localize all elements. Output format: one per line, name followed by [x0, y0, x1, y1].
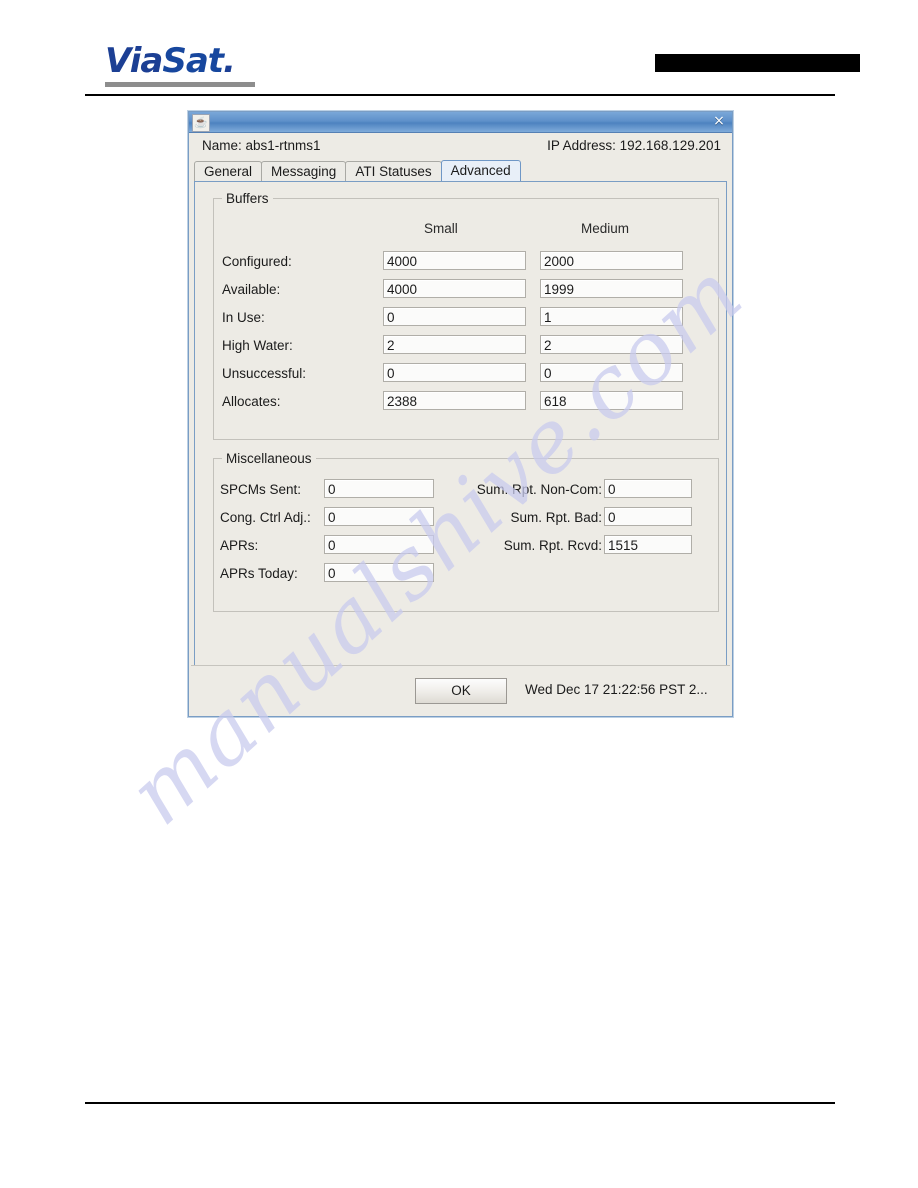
field-spcms-sent[interactable]: 0 [324, 479, 434, 498]
buffers-group-title: Buffers [222, 191, 273, 206]
dialog-bottom-bar: OK Wed Dec 17 21:22:56 PST 2... [191, 665, 730, 714]
field-high-water-medium[interactable]: 2 [540, 335, 683, 354]
logo-text-via: Via [105, 41, 163, 81]
dialog-info-row: Name: abs1-rtnms1 IP Address: 192.168.12… [196, 138, 725, 157]
tabstrip: General Messaging ATI Statuses Advanced [194, 160, 727, 181]
label-allocates: Allocates: [222, 394, 281, 409]
field-in-use-small[interactable]: 0 [383, 307, 526, 326]
field-allocates-medium[interactable]: 618 [540, 391, 683, 410]
java-cup-icon: ☕ [192, 114, 210, 132]
footer-divider [85, 1102, 835, 1104]
ok-button[interactable]: OK [415, 678, 507, 704]
device-name-label: Name: abs1-rtnms1 [202, 138, 321, 153]
field-unsuccessful-medium[interactable]: 0 [540, 363, 683, 382]
column-header-small: Small [424, 221, 458, 236]
label-unsuccessful: Unsuccessful: [222, 366, 307, 381]
advanced-tab-panel: Buffers Small Medium Configured: 4000 20… [194, 181, 727, 676]
field-in-use-medium[interactable]: 1 [540, 307, 683, 326]
label-configured: Configured: [222, 254, 292, 269]
tab-advanced[interactable]: Advanced [440, 160, 521, 181]
field-cong-ctrl-adj[interactable]: 0 [324, 507, 434, 526]
label-available: Available: [222, 282, 281, 297]
field-sum-rpt-rcvd[interactable]: 1515 [604, 535, 692, 554]
column-header-medium: Medium [581, 221, 630, 236]
field-available-medium[interactable]: 1999 [540, 279, 683, 298]
label-sum-rpt-rcvd: Sum. Rpt. Rcvd: [503, 538, 602, 553]
logo-text-sat: Sat [162, 41, 224, 81]
label-sum-rpt-non-com: Sum. Rpt. Non-Com: [476, 482, 602, 497]
tab-messaging[interactable]: Messaging [261, 161, 347, 181]
field-sum-rpt-bad[interactable]: 0 [604, 507, 692, 526]
field-aprs-today[interactable]: 0 [324, 563, 434, 582]
label-cong-ctrl-adj: Cong. Ctrl Adj.: [220, 510, 311, 525]
field-aprs[interactable]: 0 [324, 535, 434, 554]
field-high-water-small[interactable]: 2 [383, 335, 526, 354]
status-timestamp: Wed Dec 17 21:22:56 PST 2... [525, 682, 708, 697]
advanced-status-dialog: ☕ × Name: abs1-rtnms1 IP Address: 192.16… [188, 111, 733, 717]
label-high-water: High Water: [222, 338, 293, 353]
dialog-body: Name: abs1-rtnms1 IP Address: 192.168.12… [189, 133, 732, 716]
ip-address-label: IP Address: 192.168.129.201 [547, 138, 721, 153]
label-sum-rpt-bad: Sum. Rpt. Bad: [510, 510, 602, 525]
buffers-group: Buffers Small Medium Configured: 4000 20… [213, 191, 719, 440]
label-aprs: APRs: [220, 538, 259, 553]
tab-general[interactable]: General [194, 161, 263, 181]
field-allocates-small[interactable]: 2388 [383, 391, 526, 410]
field-configured-small[interactable]: 4000 [383, 251, 526, 270]
header-divider [85, 94, 835, 96]
field-sum-rpt-non-com[interactable]: 0 [604, 479, 692, 498]
miscellaneous-group: Miscellaneous SPCMs Sent: 0 Cong. Ctrl A… [213, 451, 719, 612]
field-unsuccessful-small[interactable]: 0 [383, 363, 526, 382]
close-icon[interactable]: × [710, 113, 728, 130]
label-spcms-sent: SPCMs Sent: [220, 482, 302, 497]
tab-ati-statuses[interactable]: ATI Statuses [345, 161, 442, 181]
redaction-bar [655, 54, 860, 72]
label-in-use: In Use: [222, 310, 265, 325]
field-configured-medium[interactable]: 2000 [540, 251, 683, 270]
viasat-logo-text: ViaSat. [105, 44, 245, 78]
field-available-small[interactable]: 4000 [383, 279, 526, 298]
miscellaneous-group-title: Miscellaneous [222, 451, 316, 466]
logo-suffix-dot: . [223, 41, 236, 81]
dialog-titlebar[interactable]: ☕ × [189, 112, 732, 133]
viasat-logo: ViaSat. [105, 44, 255, 87]
label-aprs-today: APRs Today: [220, 566, 298, 581]
logo-underline-bar [105, 82, 255, 87]
